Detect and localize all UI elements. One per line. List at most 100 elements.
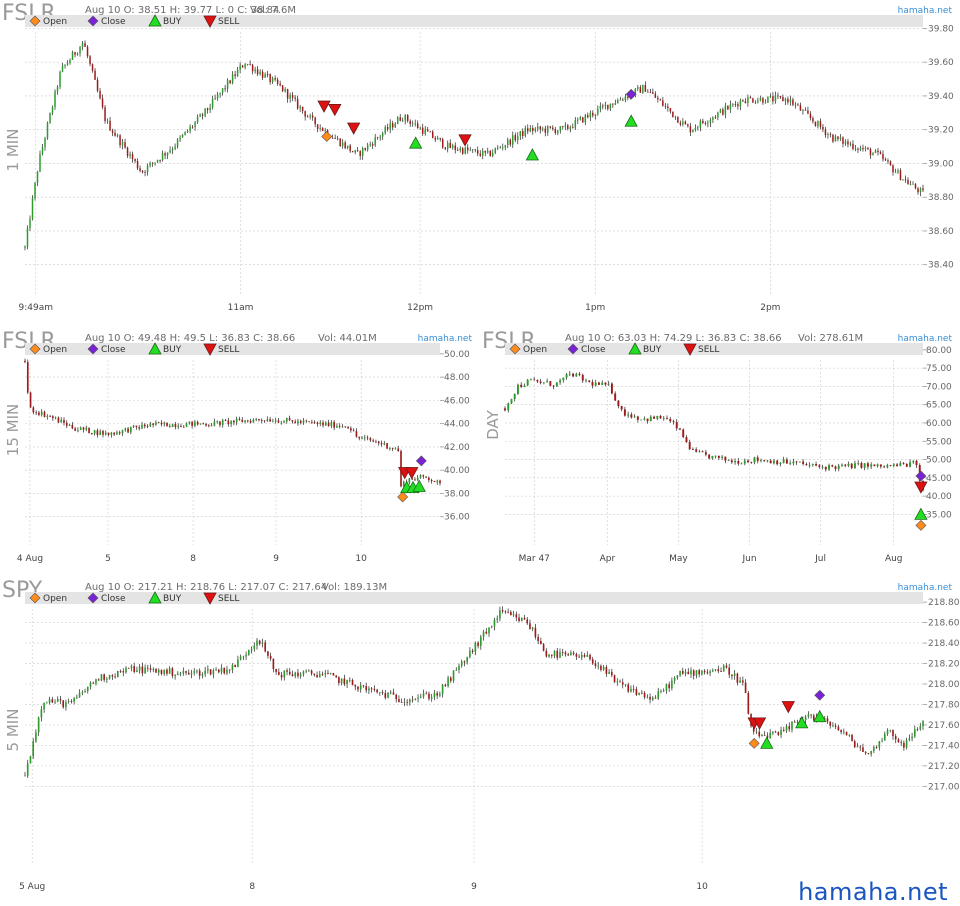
- candle-body: [472, 149, 474, 151]
- candle-body: [52, 416, 54, 419]
- candle-body: [294, 672, 297, 677]
- candle-body: [149, 162, 151, 166]
- candle-body: [399, 117, 401, 121]
- candle-body: [617, 99, 619, 104]
- candle-body: [444, 147, 446, 149]
- candle-body: [406, 701, 408, 703]
- candle-body: [190, 672, 193, 675]
- y-tick-label: 70.00: [926, 382, 952, 392]
- candle-body: [807, 714, 810, 717]
- candle-body: [657, 691, 660, 699]
- candle-body: [814, 121, 817, 126]
- candle-body: [474, 642, 477, 652]
- candle-body: [396, 117, 399, 124]
- candle-body: [905, 740, 908, 748]
- candle-body: [24, 775, 26, 777]
- legend-close: Close: [101, 594, 126, 604]
- candle-body: [278, 671, 280, 675]
- candle-body: [549, 381, 552, 386]
- candle-body: [492, 152, 494, 156]
- candle-body: [589, 654, 591, 660]
- candle-body: [896, 464, 899, 466]
- candle-body: [709, 671, 711, 674]
- candle-body: [479, 153, 482, 156]
- candle-body: [565, 374, 568, 378]
- candle-body: [86, 686, 89, 692]
- candle-body: [602, 105, 604, 107]
- candle-body: [774, 731, 777, 733]
- candle-body: [439, 694, 441, 696]
- candle-body: [863, 463, 866, 468]
- candle-body: [261, 642, 264, 644]
- candle-body: [280, 422, 283, 424]
- candle-body: [789, 463, 792, 465]
- candle-body: [878, 741, 881, 748]
- candle-body: [446, 142, 449, 149]
- watermark[interactable]: hamaha.net: [798, 878, 948, 906]
- candle-body: [308, 421, 310, 423]
- candle-body: [782, 730, 785, 731]
- candle-body: [384, 693, 387, 698]
- candle-body: [389, 123, 391, 130]
- candle-body: [586, 654, 589, 657]
- candle-body: [519, 131, 522, 137]
- candle-body: [742, 680, 744, 683]
- candle-body: [36, 171, 39, 183]
- candle-body: [662, 690, 665, 692]
- candle-body: [149, 423, 152, 427]
- candle-body: [401, 120, 404, 122]
- candle-body: [351, 679, 354, 685]
- candle-body: [915, 460, 918, 466]
- candle-body: [81, 43, 84, 47]
- candle-body: [879, 152, 882, 154]
- candle-body: [794, 104, 797, 106]
- candle-body: [354, 150, 356, 153]
- candle-body: [431, 131, 434, 138]
- candle-body: [677, 116, 679, 123]
- candle-body: [199, 114, 201, 117]
- sell-marker: [328, 104, 342, 117]
- timeframe-label: 1 MIN: [4, 129, 22, 172]
- candle-body: [454, 145, 456, 150]
- candle-body: [764, 102, 767, 104]
- candle-body: [763, 460, 766, 462]
- candle-body: [512, 614, 515, 616]
- candle-body: [370, 688, 373, 690]
- candle-body: [856, 746, 859, 748]
- candle-body: [562, 377, 565, 381]
- candle-body: [357, 686, 359, 690]
- candle-body: [379, 136, 381, 138]
- candle-body: [632, 688, 635, 690]
- candle-body: [862, 747, 864, 752]
- candle-body: [174, 424, 177, 427]
- candle-body: [201, 674, 204, 676]
- candle-body: [277, 420, 280, 423]
- candle-body: [171, 424, 174, 428]
- candle-body: [497, 147, 499, 149]
- candle-body: [556, 650, 559, 658]
- candle-body: [274, 78, 276, 80]
- candle-body: [65, 422, 68, 426]
- candle-body: [251, 64, 254, 72]
- candle-body: [883, 733, 886, 741]
- candle-body: [219, 421, 221, 426]
- candle-body: [526, 379, 529, 386]
- candle-body: [899, 170, 902, 181]
- candle-body: [264, 74, 266, 78]
- candle-body: [756, 457, 759, 461]
- candle-body: [577, 119, 579, 121]
- candle-body: [804, 109, 807, 111]
- close-marker: [915, 470, 927, 482]
- candle-body: [169, 150, 171, 153]
- candle-body: [666, 418, 668, 419]
- candle-body: [811, 464, 814, 465]
- candle-body: [205, 423, 207, 426]
- candle-body: [71, 424, 74, 429]
- candle-body: [409, 699, 411, 703]
- candle-body: [334, 138, 336, 140]
- candle-body: [444, 684, 447, 687]
- candle-body: [607, 104, 609, 109]
- candle-body: [91, 64, 94, 71]
- candle-body: [797, 104, 799, 106]
- candle-body: [667, 106, 669, 109]
